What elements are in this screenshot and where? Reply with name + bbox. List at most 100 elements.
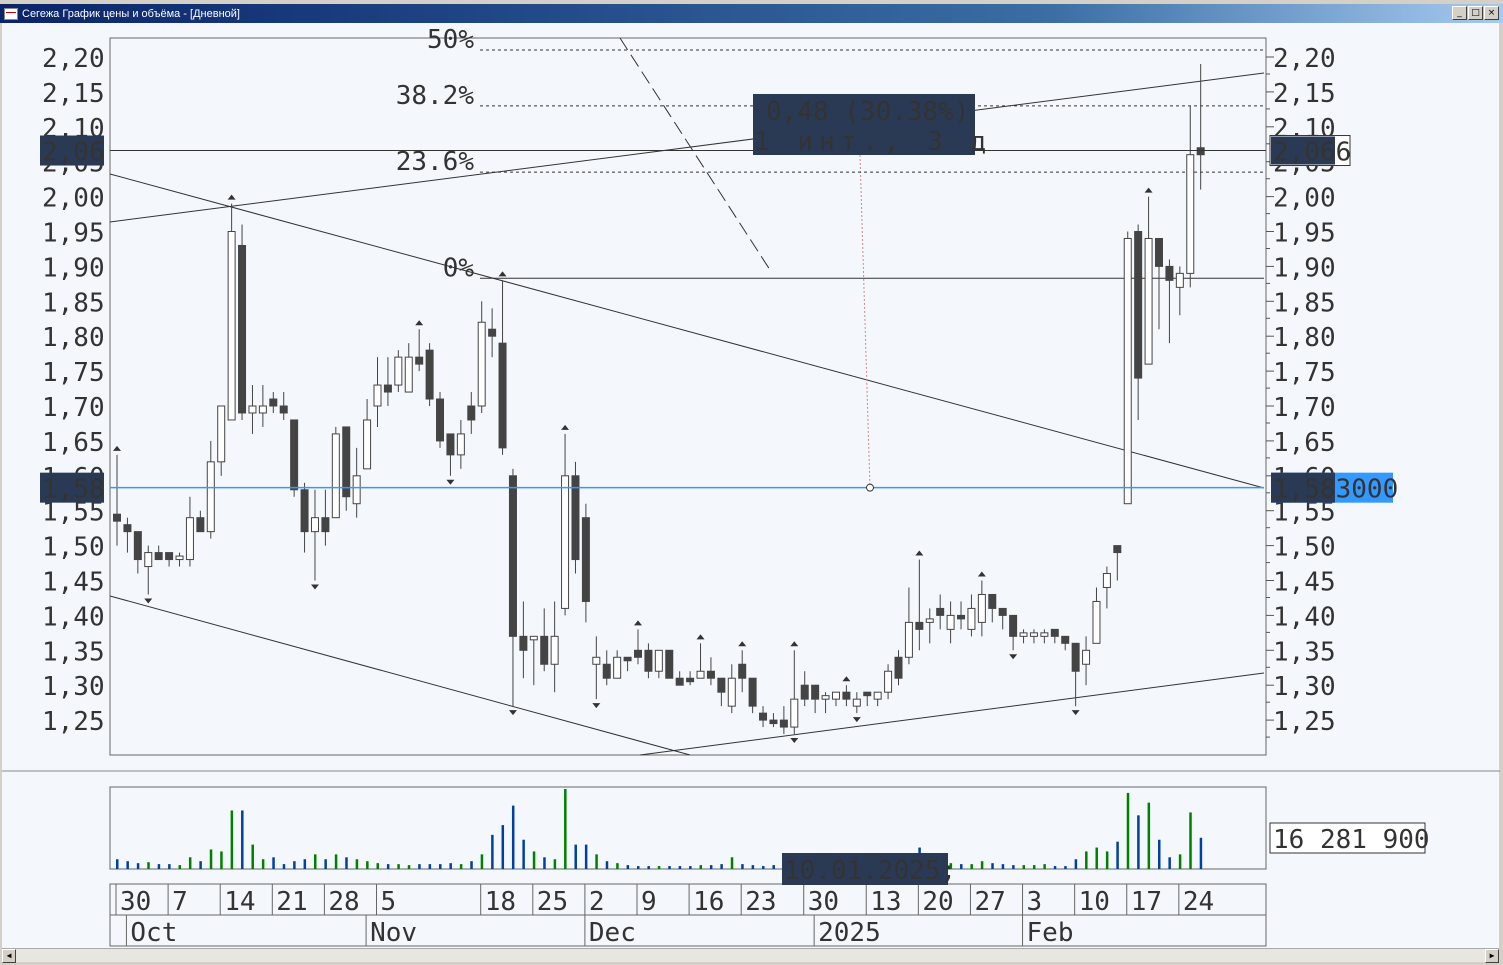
candle-up: [790, 698, 799, 728]
fib-level-label: 50%: [427, 25, 474, 55]
volume-bar: [116, 859, 119, 869]
candle-down: [279, 405, 288, 414]
candle-up: [873, 691, 882, 700]
candle-down: [581, 517, 590, 602]
volume-bar: [720, 864, 723, 869]
price-tick-left: 1,85: [42, 288, 105, 318]
volume-bar: [418, 864, 421, 869]
volume-bar: [1001, 864, 1005, 869]
candle-up: [561, 475, 570, 609]
scroll-left-icon[interactable]: ◀: [2, 949, 16, 963]
measure-tooltip-change: 0,48 (30.38%): [766, 97, 970, 127]
volume-bar: [1137, 815, 1140, 869]
candle-up: [217, 405, 226, 463]
candle-down: [894, 656, 903, 679]
volume-bar: [1012, 865, 1015, 869]
candle-up: [821, 695, 830, 700]
volume-bar: [970, 864, 973, 869]
candle-down: [498, 342, 507, 449]
candle-down: [602, 663, 611, 679]
candle-up: [654, 649, 663, 672]
volume-bar: [1116, 841, 1119, 869]
volume-bar: [136, 863, 140, 869]
candle-up: [592, 656, 601, 665]
volume-bar: [334, 854, 338, 869]
candle-down: [748, 677, 757, 707]
price-tick-right: 1,30: [1273, 672, 1336, 702]
volume-bar: [1105, 851, 1109, 869]
volume-bar: [199, 861, 202, 869]
candle-down: [133, 531, 142, 561]
candle-up: [1144, 237, 1153, 365]
volume-bar: [1168, 857, 1171, 869]
candle-up: [206, 461, 215, 533]
date-label: 27: [974, 887, 1005, 917]
volume-bar: [386, 864, 390, 869]
candle-up: [550, 635, 559, 665]
candle-down: [269, 398, 278, 407]
candle-down: [425, 349, 434, 400]
volume-bar: [626, 865, 630, 869]
volume-bar: [532, 851, 536, 869]
volume-bar: [616, 863, 619, 869]
price-tick-right: 1,95: [1273, 219, 1336, 249]
candle-down: [936, 607, 945, 616]
candle-up: [1186, 154, 1195, 274]
volume-bar: [678, 866, 682, 869]
candle-down: [165, 552, 174, 561]
volume-bar: [324, 859, 327, 869]
candle-up: [248, 405, 257, 414]
volume-bar: [188, 857, 192, 869]
candle-up: [1029, 632, 1038, 637]
candle-up: [1019, 632, 1028, 637]
candle-down: [519, 635, 528, 651]
date-label: 25: [537, 887, 568, 917]
price-tick-right: 1,25: [1273, 707, 1336, 737]
date-label: 17: [1131, 887, 1162, 917]
candle-down: [321, 517, 330, 533]
candle-up: [175, 555, 184, 561]
candle-down: [1050, 628, 1059, 637]
scroll-right-icon[interactable]: ▶: [1485, 949, 1499, 963]
volume-bar: [709, 865, 713, 869]
date-label: 14: [224, 887, 255, 917]
candle-up: [185, 517, 194, 561]
candle-down: [342, 426, 351, 498]
volume-bar: [657, 866, 661, 869]
price-tick-right: 1,50: [1273, 533, 1336, 563]
volume-bar: [459, 864, 463, 869]
candle-up: [1082, 649, 1091, 665]
candle-down: [842, 691, 851, 700]
date-label: 30: [808, 887, 839, 917]
date-label: 13: [870, 887, 901, 917]
fib-level-label: 0%: [443, 253, 475, 283]
cursor-price-left: 1,58: [42, 475, 105, 505]
candle-up: [831, 691, 840, 700]
price-tick-right: 1,65: [1273, 428, 1336, 458]
candle-down: [113, 513, 121, 522]
price-tick-left: 1,65: [42, 428, 105, 458]
price-volume-chart[interactable]: 2,202,202,152,152,102,102,052,052,002,00…: [0, 0, 1503, 948]
volume-bar: [960, 864, 963, 869]
volume-bar: [491, 834, 494, 869]
candle-up: [1123, 237, 1132, 505]
candle-down: [811, 684, 820, 700]
candle-down: [300, 489, 309, 533]
date-label: 23: [745, 887, 776, 917]
volume-bar: [553, 859, 557, 869]
price-tick-left: 2,00: [42, 184, 105, 214]
candle-down: [508, 475, 517, 637]
candle-down: [957, 614, 966, 620]
price-tick-right: 1,85: [1273, 288, 1336, 318]
month-label: 2025: [818, 918, 881, 948]
candle-up: [1092, 600, 1101, 644]
measure-tooltip-bars: 1 инт., 3 д: [754, 127, 992, 157]
candle-down: [915, 621, 924, 630]
volume-bar: [751, 865, 755, 869]
volume-bar: [699, 865, 703, 869]
volume-bar: [564, 789, 567, 869]
month-label: Dec: [589, 918, 636, 948]
horizontal-scrollbar[interactable]: ◀ ▶: [2, 948, 1499, 963]
candle-down: [1071, 642, 1080, 672]
candle-down: [488, 328, 497, 337]
